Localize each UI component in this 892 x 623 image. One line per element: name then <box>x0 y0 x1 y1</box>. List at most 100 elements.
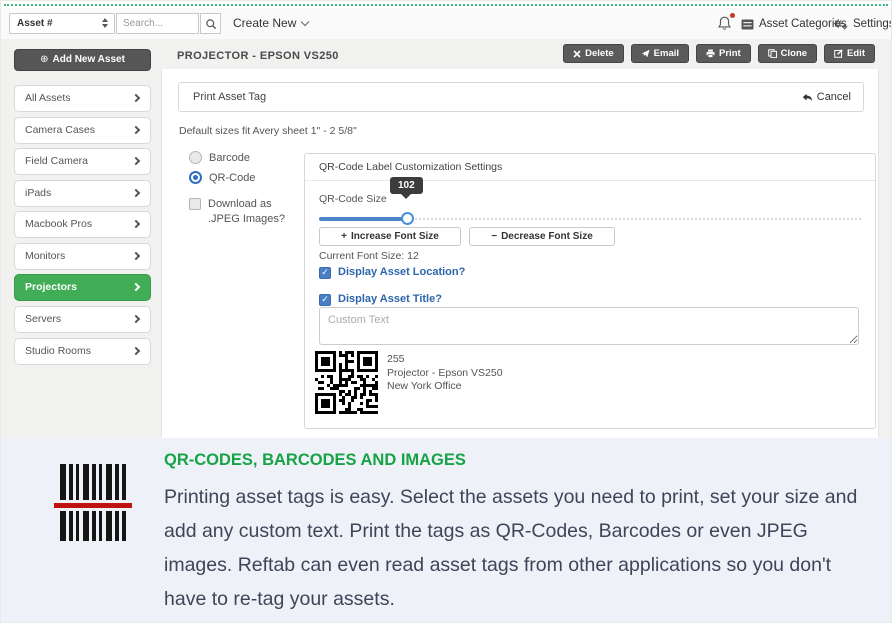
delete-button[interactable]: Delete <box>563 44 624 63</box>
chevron-right-icon <box>132 283 140 291</box>
settings-link[interactable]: Settings <box>833 18 892 30</box>
custom-text-input[interactable] <box>319 307 859 345</box>
add-new-asset-button[interactable]: ⊕Add New Asset <box>14 49 151 71</box>
chevron-down-icon <box>301 17 309 25</box>
create-new-dropdown[interactable]: Create New <box>233 16 308 30</box>
cancel-label: Cancel <box>817 83 851 112</box>
avery-sheet-note: Default sizes fit Avery sheet 1" - 2 5/8… <box>179 125 357 137</box>
clone-label: Clone <box>781 48 807 59</box>
radio-on-icon <box>189 171 202 184</box>
promo-body-text: Printing asset tags is easy. Select the … <box>164 480 866 616</box>
sidebar-item-projectors[interactable]: Projectors <box>14 274 151 301</box>
download-jpeg-checkbox[interactable]: Download as .JPEG Images? <box>189 197 301 227</box>
qr-label-settings-panel: QR-Code Label Customization Settings QR-… <box>304 153 876 429</box>
sidebar-item-ipads[interactable]: iPads <box>14 180 151 207</box>
edit-label: Edit <box>847 48 865 59</box>
create-new-label: Create New <box>233 16 296 30</box>
qr-preview-text: 255 Projector - Epson VS250 New York Off… <box>387 353 503 394</box>
promo-section: QR-CODES, BARCODES AND IMAGES Printing a… <box>1 438 891 623</box>
qr-size-label: QR-Code Size <box>319 193 387 205</box>
print-label: Print <box>719 48 741 59</box>
display-location-checkbox[interactable]: ✓ Display Asset Location? <box>319 266 465 279</box>
slider-value-tooltip: 102 <box>390 177 423 194</box>
x-icon <box>573 50 581 58</box>
chevron-right-icon <box>132 220 140 228</box>
checkbox-checked-icon: ✓ <box>319 267 331 279</box>
sidebar-item-label: All Assets <box>25 92 71 104</box>
barcode-scanline <box>54 503 132 508</box>
email-label: Email <box>654 48 679 59</box>
sidebar-item-camera-cases[interactable]: Camera Cases <box>14 117 151 144</box>
gears-icon <box>833 18 848 30</box>
edit-button[interactable]: Edit <box>824 44 875 63</box>
plus-circle-icon: ⊕ <box>40 54 48 65</box>
barcode-radio-label: Barcode <box>209 152 250 164</box>
sidebar-item-label: Monitors <box>25 250 65 262</box>
chevron-right-icon <box>132 315 140 323</box>
sidebar-item-macbook-pros[interactable]: Macbook Pros <box>14 211 151 238</box>
chevron-right-icon <box>132 252 140 260</box>
notifications-bell-button[interactable] <box>717 15 733 33</box>
qrcode-radio[interactable]: QR-Code <box>189 171 255 184</box>
chevron-right-icon <box>132 126 140 134</box>
sidebar-item-studio-rooms[interactable]: Studio Rooms <box>14 338 151 365</box>
asset-action-buttons: Delete Email Print Clone Edit <box>563 44 875 63</box>
barcode-bars-bottom <box>60 511 126 541</box>
select-updown-icon <box>102 18 110 30</box>
download-jpeg-label: Download as .JPEG Images? <box>208 197 301 227</box>
print-asset-tag-title: Print Asset Tag <box>193 83 266 112</box>
chevron-right-icon <box>132 94 140 102</box>
top-dotted-divider <box>4 4 888 6</box>
chevron-right-icon <box>132 189 140 197</box>
reply-arrow-icon <box>802 93 813 103</box>
barcode-scan-icon <box>54 464 132 541</box>
slider-fill <box>319 217 408 221</box>
checkbox-unchecked-icon <box>189 198 201 210</box>
promo-heading: QR-CODES, BARCODES AND IMAGES <box>164 451 466 470</box>
search-button[interactable] <box>200 13 221 34</box>
asset-filter-select[interactable]: Asset # <box>9 13 115 34</box>
preview-asset-name: Projector - Epson VS250 <box>387 367 503 381</box>
chevron-right-icon <box>132 157 140 165</box>
sidebar-item-label: Projectors <box>25 281 77 293</box>
sidebar-item-servers[interactable]: Servers <box>14 306 151 333</box>
print-asset-tag-header: Print Asset Tag Cancel <box>178 82 864 112</box>
asset-categories-link[interactable]: Asset Categories <box>741 18 847 30</box>
screenshot-root: Asset # Create New Asset Categories Sett… <box>0 0 892 623</box>
notification-dot <box>730 13 735 18</box>
increase-font-label: Increase Font Size <box>351 231 439 242</box>
sidebar-item-all-assets[interactable]: All Assets <box>14 85 151 112</box>
qrcode-radio-label: QR-Code <box>209 172 255 184</box>
qr-code-preview-image <box>315 351 378 414</box>
app-body: ⊕Add New Asset All Assets Camera Cases F… <box>1 39 891 438</box>
checkbox-checked-icon: ✓ <box>319 294 331 306</box>
pencil-square-icon <box>834 49 843 58</box>
radio-off-icon <box>189 151 202 164</box>
slider-handle[interactable] <box>401 212 414 225</box>
printer-icon <box>706 49 715 58</box>
display-title-checkbox[interactable]: ✓ Display Asset Title? <box>319 293 442 306</box>
print-button[interactable]: Print <box>696 44 751 63</box>
paper-plane-icon <box>641 49 650 58</box>
email-button[interactable]: Email <box>631 44 689 63</box>
sidebar-item-field-camera[interactable]: Field Camera <box>14 148 151 175</box>
clone-button[interactable]: Clone <box>758 44 817 63</box>
decrease-font-size-button[interactable]: − Decrease Font Size <box>469 227 615 246</box>
qr-size-slider[interactable] <box>319 212 861 226</box>
preview-asset-location: New York Office <box>387 380 503 394</box>
asset-filter-select-value: Asset # <box>17 18 53 29</box>
increase-font-size-button[interactable]: + Increase Font Size <box>319 227 461 246</box>
preview-asset-id: 255 <box>387 353 503 367</box>
barcode-radio[interactable]: Barcode <box>189 151 250 164</box>
search-input[interactable] <box>116 13 199 34</box>
settings-label: Settings <box>853 18 892 30</box>
sidebar-item-label: Servers <box>25 313 61 325</box>
decrease-font-label: Decrease Font Size <box>501 231 593 242</box>
categories-icon <box>741 19 754 30</box>
barcode-bars-top <box>60 464 126 500</box>
sidebar-item-label: Camera Cases <box>25 124 95 136</box>
bell-icon <box>717 15 732 32</box>
sidebar-item-monitors[interactable]: Monitors <box>14 243 151 270</box>
clone-icon <box>768 49 777 58</box>
cancel-button[interactable]: Cancel <box>802 83 851 112</box>
